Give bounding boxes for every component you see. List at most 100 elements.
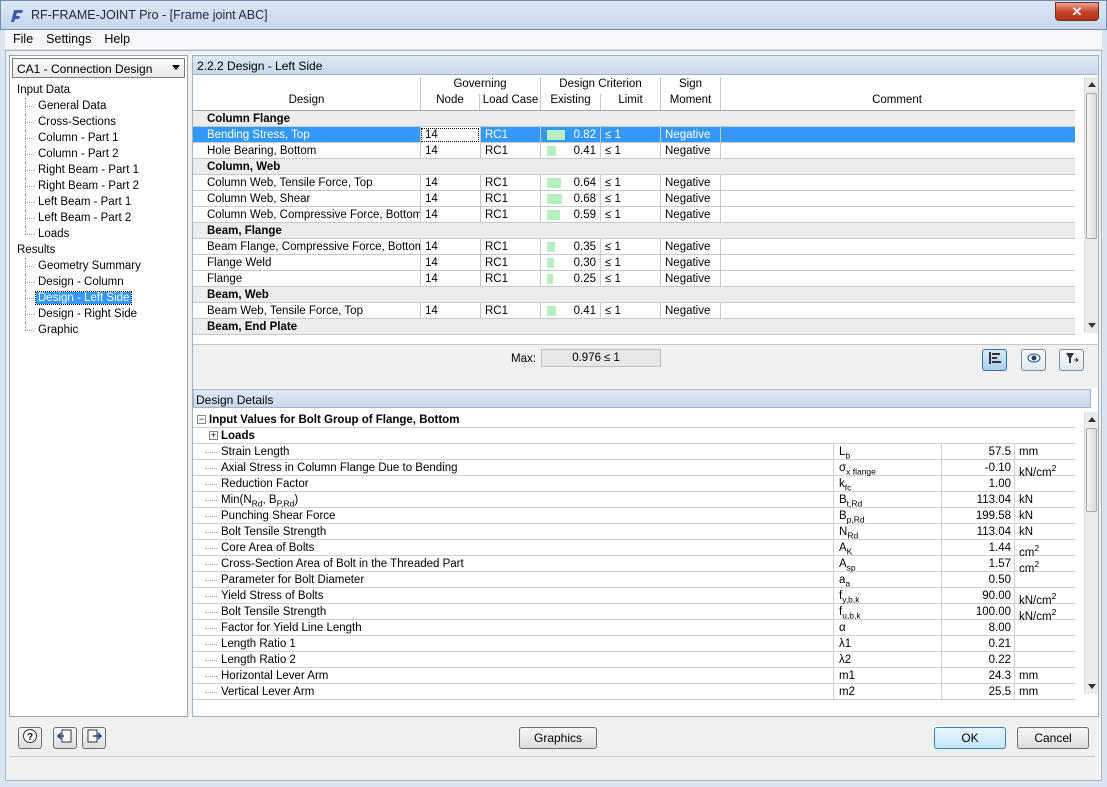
close-button[interactable]: ✕ [1055, 2, 1099, 21]
symbol-text: λ2 [839, 654, 852, 666]
load-case-cell: RC1 [480, 207, 540, 223]
table-group-row[interactable]: Beam, End Plate [193, 319, 1075, 335]
tree-item[interactable]: Graphic [10, 322, 187, 338]
menu-settings[interactable]: Settings [38, 30, 96, 46]
table-group-row[interactable]: Column Flange [193, 111, 1075, 127]
filter-button[interactable] [1059, 349, 1084, 371]
menu-file[interactable]: File [5, 30, 38, 46]
detail-row[interactable]: Length Ratio 1 λ1 0.21 [193, 636, 1076, 652]
tree-root-results[interactable]: Results [10, 242, 187, 258]
table-view-button[interactable] [982, 349, 1007, 371]
detail-row[interactable]: Strain Length Lb 57.5 mm [193, 444, 1076, 460]
tree-item[interactable]: Right Beam - Part 2 [10, 178, 187, 194]
table-row[interactable]: Flange 14 RC1 0.25 ≤ 1 Negative [193, 271, 1075, 287]
details-group[interactable]: − Input Values for Bolt Group of Flange,… [193, 412, 1076, 428]
table-row[interactable]: Beam Web, Tensile Force, Top 14 RC1 0.41 ≤ 1… [193, 303, 1075, 319]
detail-row[interactable]: Yield Stress of Bolts fy,b,k 90.00 kN/cm2 [193, 588, 1076, 607]
symbol-text: B [839, 494, 847, 506]
detail-name-text: Bolt Tensile Strength [221, 526, 327, 538]
limit-cell: ≤ 1 [600, 239, 660, 255]
cancel-button[interactable]: Cancel [1017, 727, 1089, 749]
tree-item[interactable]: Geometry Summary [10, 258, 187, 274]
export-button[interactable] [82, 727, 106, 749]
detail-row[interactable]: Bolt Tensile Strength fu,b,k 100.00 kN/cm2 [193, 604, 1076, 623]
existing-cell: 0.41 [540, 143, 600, 159]
tree-item[interactable]: General Data [10, 98, 187, 114]
tree-root-input[interactable]: Input Data [10, 82, 187, 98]
table-row[interactable]: Flange Weld 14 RC1 0.30 ≤ 1 Negative [193, 255, 1075, 271]
tree-item[interactable]: Column - Part 1 [10, 130, 187, 146]
existing-cell: 0.41 [540, 303, 600, 319]
node-cell: 14 [420, 255, 480, 271]
detail-row[interactable]: Reduction Factor kfc 1.00 [193, 476, 1076, 492]
scroll-down-icon[interactable] [1088, 684, 1096, 689]
detail-row[interactable]: Horizontal Lever Arm m1 24.3 mm [193, 668, 1076, 684]
help-button[interactable]: ? [18, 727, 42, 749]
node-cell: 14 [420, 191, 480, 207]
detail-row[interactable]: Punching Shear Force Bp,Rd 199.58 kN [193, 508, 1076, 524]
symbol-sub: fc [844, 482, 852, 493]
load-case-cell: RC1 [480, 271, 540, 287]
table-group-row[interactable]: Beam, Web [193, 287, 1075, 303]
tree-item[interactable]: Cross-Sections [10, 114, 187, 130]
tree-item[interactable]: Design - Right Side [10, 306, 187, 322]
tree-item-label: Left Beam - Part 1 [38, 196, 132, 208]
tree-item[interactable]: Left Beam - Part 1 [10, 194, 187, 210]
table-row[interactable]: Hole Bearing, Bottom 14 RC1 0.41 ≤ 1 Negative [193, 143, 1075, 159]
tree-item[interactable]: Column - Part 2 [10, 146, 187, 162]
details-subgroup[interactable]: + Loads [193, 428, 1076, 444]
table-group-row[interactable]: Column, Web [193, 159, 1075, 175]
scroll-down-icon[interactable] [1088, 323, 1096, 328]
scroll-thumb[interactable] [1086, 93, 1097, 239]
comment-cell [720, 127, 1075, 143]
table-row[interactable]: Column Web, Shear 14 RC1 0.68 ≤ 1 Negative [193, 191, 1075, 207]
menu-help[interactable]: Help [96, 30, 135, 46]
table-row[interactable]: Column Web, Tensile Force, Top 14 RC1 0.64 ≤… [193, 175, 1075, 191]
table-group-row[interactable]: Beam, Flange [193, 223, 1075, 239]
tree-item[interactable]: Design - Column [10, 274, 187, 290]
table-row[interactable]: Beam Flange, Compressive Force, Bottom 14… [193, 239, 1075, 255]
ok-button[interactable]: OK [934, 727, 1006, 749]
case-select[interactable]: CA1 - Connection Design [12, 58, 185, 78]
detail-unit: cm2 [1014, 540, 1074, 559]
detail-row[interactable]: Bolt Tensile Strength NRd 113.04 kN [193, 524, 1076, 540]
detail-name-text: Yield Stress of Bolts [221, 590, 324, 602]
detail-name: Bolt Tensile Strength [204, 604, 326, 620]
sign-cell: Negative [660, 271, 720, 287]
expand-icon[interactable]: + [209, 431, 218, 440]
detail-row[interactable]: Min(NRd, BP,Rd) Bt,Rd 113.04 kN [193, 492, 1076, 508]
table-row[interactable]: Column Web, Compressive Force, Bottom 14 R… [193, 207, 1075, 223]
detail-name: Bolt Tensile Strength [204, 524, 327, 540]
scroll-up-icon[interactable] [1088, 82, 1096, 87]
collapse-icon[interactable]: − [197, 415, 206, 424]
main-panel: 2.2.2 Design - Left Side Design Governin… [192, 55, 1099, 717]
tree-item[interactable]: Design - Left Side [10, 290, 187, 306]
table-scrollbar[interactable] [1084, 77, 1098, 333]
detail-row[interactable]: Parameter for Bolt Diameter aa 0.50 [193, 572, 1076, 588]
detail-row[interactable]: Vertical Lever Arm m2 25.5 mm [193, 684, 1076, 700]
ratio-bar [547, 178, 561, 188]
detail-row[interactable]: Cross-Section Area of Bolt in the Thread… [193, 556, 1076, 575]
tree-item[interactable]: Right Beam - Part 1 [10, 162, 187, 178]
detail-row[interactable]: Factor for Yield Line Length α 8.00 [193, 620, 1076, 636]
details-scrollbar[interactable] [1084, 412, 1098, 694]
scroll-thumb[interactable] [1086, 428, 1097, 512]
limit-cell: ≤ 1 [600, 191, 660, 207]
table-row[interactable]: Bending Stress, Top 14 RC1 0.82 ≤ 1 Negative [193, 127, 1075, 143]
detail-symbol: fu,b,k [833, 604, 940, 620]
view-button[interactable] [1021, 349, 1046, 371]
import-button[interactable] [53, 727, 77, 749]
chevron-down-icon [172, 65, 180, 70]
symbol-text: λ1 [839, 638, 852, 650]
detail-row[interactable]: Core Area of Bolts AK 1.44 cm2 [193, 540, 1076, 559]
detail-name-text: Length Ratio 2 [221, 654, 296, 666]
tree-item[interactable]: Loads [10, 226, 187, 242]
detail-value: 1.00 [941, 476, 1014, 492]
detail-row[interactable]: Length Ratio 2 λ2 0.22 [193, 652, 1076, 668]
scroll-up-icon[interactable] [1088, 417, 1096, 422]
graphics-button[interactable]: Graphics [519, 727, 597, 749]
design-cell: Beam Flange, Compressive Force, Bottom [207, 241, 420, 253]
detail-value: 0.22 [941, 652, 1014, 668]
tree-item[interactable]: Left Beam - Part 2 [10, 210, 187, 226]
detail-row[interactable]: Axial Stress in Column Flange Due to Ben… [193, 460, 1076, 479]
